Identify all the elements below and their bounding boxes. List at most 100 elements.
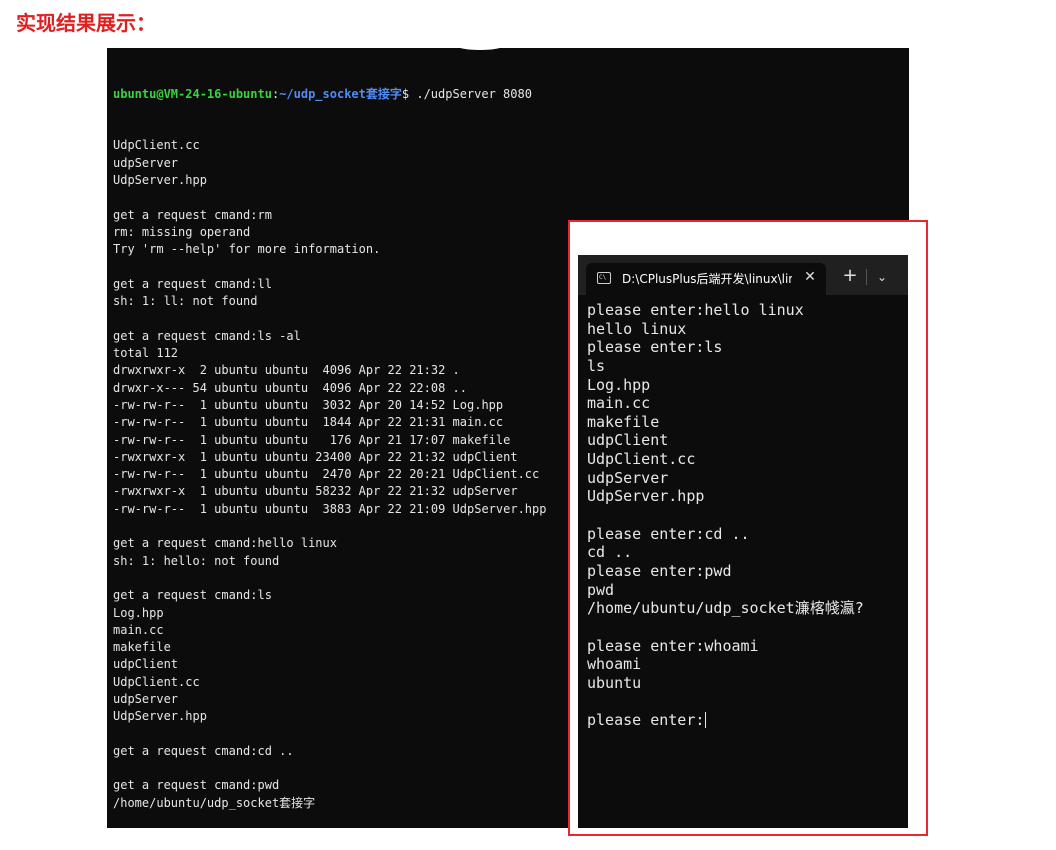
client-output-text: ubuntu	[587, 673, 642, 692]
client-output-line: ls	[587, 357, 864, 376]
client-output-text: please enter:ls	[587, 338, 723, 357]
client-output-line	[587, 618, 864, 637]
server-output-line: -rw-rw-r-- 1 ubuntu ubuntu 3032 Apr 20 1…	[113, 397, 504, 412]
client-output-line: please enter:ls	[587, 338, 864, 357]
client-output-text: udpServer	[587, 468, 669, 487]
client-output-text: pwd	[587, 580, 615, 599]
server-output-line: drwxr-x--- 54 ubuntu ubuntu 4096 Apr 22 …	[113, 380, 468, 395]
server-output-line: /home/ubuntu/udp_socket套接字	[113, 795, 316, 810]
client-output-line	[587, 506, 864, 525]
client-output-line: please enter:cd ..	[587, 525, 864, 544]
server-output-line: Try 'rm --help' for more information.	[113, 242, 381, 257]
client-output-text: please enter:hello linux	[587, 301, 804, 319]
server-output-line: -rw-rw-r-- 1 ubuntu ubuntu 176 Apr 21 17…	[113, 432, 511, 447]
server-output-line: get a request cmand:pwd	[113, 778, 280, 793]
client-output-line: UdpServer.hpp	[587, 487, 864, 506]
decorative-blob	[455, 40, 505, 50]
client-output-line: main.cc	[587, 394, 864, 413]
server-output-line: drwxrwxr-x 2 ubuntu ubuntu 4096 Apr 22 2…	[113, 363, 460, 378]
client-output-text: Log.hpp	[587, 375, 651, 394]
client-output-text: /home/ubuntu/udp_socket濂楁帴瀛?	[587, 599, 864, 618]
client-output-line: UdpClient.cc	[587, 450, 864, 469]
server-output-line: get a request cmand:rm	[113, 207, 272, 222]
server-output-line: -rw-rw-r-- 1 ubuntu ubuntu 3883 Apr 22 2…	[113, 501, 547, 516]
client-output-line: ubuntu	[587, 674, 864, 693]
client-output-text: UdpClient.cc	[587, 450, 696, 469]
client-output-text: udpClient	[587, 431, 669, 450]
server-output-line: UdpClient.cc	[113, 138, 200, 153]
server-output-line	[113, 518, 546, 535]
prompt-user: ubuntu@VM-24-16-ubuntu	[113, 86, 272, 101]
server-output-line	[113, 570, 546, 587]
client-output-line: please enter:pwd	[587, 562, 864, 581]
prompt-command: $ ./udpServer 8080	[401, 86, 532, 101]
server-output-line: get a request cmand:ls -al	[113, 328, 301, 343]
server-output-line	[113, 726, 546, 743]
client-terminal-cursor	[705, 712, 707, 729]
server-output-line: UdpServer.hpp	[113, 173, 207, 188]
server-output-line: get a request cmand:cd ..	[113, 743, 294, 758]
client-output-line: please enter:hello linux	[587, 301, 864, 320]
server-output-line: total 112	[113, 346, 179, 361]
client-output-line: makefile	[587, 413, 864, 432]
tab-title: D:\CPlusPlus后端开发\linux\lir	[622, 272, 792, 286]
server-output-line	[113, 812, 546, 828]
terminal-icon: C\	[597, 272, 611, 284]
client-terminal-output: please enter:hello linux hello linux pleas…	[587, 301, 864, 730]
client-output-line: whoami	[587, 655, 864, 674]
client-output-text: please enter:pwd	[587, 561, 732, 580]
client-output-text: UdpServer.hpp	[587, 487, 705, 506]
client-terminal-window[interactable]: C\ D:\CPlusPlus后端开发\linux\lir ✕ + ⌄ plea…	[578, 255, 908, 828]
server-output-line: get a request cmand:ll	[113, 276, 272, 291]
server-prompt-line: ubuntu@VM-24-16-ubuntu:~/udp_socket套接字$ …	[113, 86, 546, 103]
client-output-text: ls	[587, 356, 606, 375]
client-output-text: please enter:whoami	[587, 636, 759, 655]
page-heading: 实现结果展示：	[16, 11, 156, 35]
client-output-text: hello linux	[587, 319, 687, 338]
server-output-line: -rwxrwxr-x 1 ubuntu ubuntu 58232 Apr 22 …	[113, 484, 518, 499]
client-output-line: pwd	[587, 581, 864, 600]
chevron-down-icon[interactable]: ⌄	[872, 267, 892, 287]
tab-divider	[866, 269, 867, 285]
server-output-line: get a request cmand:hello linux	[113, 536, 337, 551]
client-output-text: makefile	[587, 412, 660, 431]
client-output-line	[587, 692, 864, 711]
client-output-text: cd ..	[587, 543, 633, 562]
client-output-line: please enter:whoami	[587, 637, 864, 656]
server-output-line: main.cc	[113, 622, 164, 637]
server-output-line: -rw-rw-r-- 1 ubuntu ubuntu 1844 Apr 22 2…	[113, 415, 504, 430]
server-output-line: rm: missing operand	[113, 224, 251, 239]
client-output-text: please enter:	[587, 711, 705, 730]
client-output-line: please enter:	[587, 711, 864, 730]
client-output-line: udpClient	[587, 431, 864, 450]
server-output-line	[113, 760, 546, 777]
prompt-path: ~/udp_socket套接字	[279, 86, 402, 101]
close-icon[interactable]: ✕	[800, 267, 820, 287]
server-output-line: udpServer	[113, 691, 179, 706]
client-output-line: Log.hpp	[587, 376, 864, 395]
client-output-text: please enter:cd ..	[587, 524, 750, 543]
client-output-line: cd ..	[587, 543, 864, 562]
client-output-text: whoami	[587, 655, 642, 674]
server-output-line: -rw-rw-r-- 1 ubuntu ubuntu 2470 Apr 22 2…	[113, 467, 540, 482]
tab-bar: C\ D:\CPlusPlus后端开发\linux\lir ✕ + ⌄	[578, 255, 908, 295]
client-output-text: main.cc	[587, 394, 651, 413]
server-output-line: -rwxrwxr-x 1 ubuntu ubuntu 23400 Apr 22 …	[113, 449, 518, 464]
server-output-line	[113, 189, 546, 206]
server-output-line: sh: 1: ll: not found	[113, 294, 258, 309]
client-output-line: hello linux	[587, 320, 864, 339]
client-output-line: /home/ubuntu/udp_socket濂楁帴瀛?	[587, 599, 864, 618]
server-output-line: Log.hpp	[113, 605, 164, 620]
server-output-line	[113, 310, 546, 327]
new-tab-button[interactable]: +	[840, 265, 860, 287]
server-terminal-output: ubuntu@VM-24-16-ubuntu:~/udp_socket套接字$ …	[113, 51, 546, 828]
client-output-line: udpServer	[587, 469, 864, 488]
server-output-line: makefile	[113, 640, 171, 655]
server-output-line: get a request cmand:ls	[113, 588, 272, 603]
server-output-line: udpClient	[113, 657, 179, 672]
terminal-tab[interactable]: C\ D:\CPlusPlus后端开发\linux\lir ✕	[586, 263, 826, 295]
server-output-line: udpServer	[113, 155, 179, 170]
server-output-line: UdpServer.hpp	[113, 709, 207, 724]
server-output-line	[113, 259, 546, 276]
server-output-line: sh: 1: hello: not found	[113, 553, 280, 568]
